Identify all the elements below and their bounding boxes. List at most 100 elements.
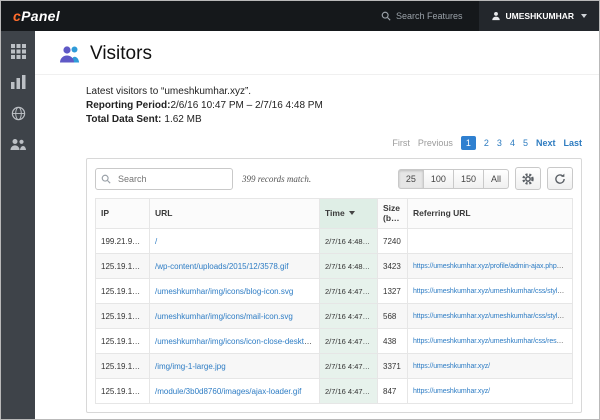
page-size-all-button[interactable]: All (483, 169, 509, 189)
url-cell: / (150, 229, 320, 254)
settings-button[interactable] (515, 167, 541, 190)
summary-block: Latest visitors to “umeshkumhar.xyz”. Re… (35, 86, 599, 125)
referring-url-link[interactable]: https://umeshkumhar.xyz/umeshkumhar/css/… (413, 313, 573, 320)
referring-url-link[interactable]: https://umeshkumhar.xyz/ (413, 388, 490, 395)
column-header-url[interactable]: URL (150, 199, 320, 229)
referring-url-link[interactable]: https://umeshkumhar.xyz/ (413, 363, 490, 370)
visitors-table: IP URL Time Size (bytes) Referring URL 1… (95, 198, 573, 404)
pagination-page-3[interactable]: 3 (497, 138, 502, 148)
ip-cell: 125.19.102.78 (96, 329, 150, 354)
refresh-icon (554, 173, 566, 185)
page-size-25-button[interactable]: 25 (398, 169, 424, 189)
url-link[interactable]: /umeshkumhar/img/icons/mail-icon.svg (155, 312, 293, 321)
size-cell: 568 (378, 304, 408, 329)
pagination: First Previous 1 2 3 4 5 Next Last (35, 136, 582, 150)
search-features-button[interactable]: Search Features (381, 11, 463, 21)
time-cell: 2/7/16 4:47 PM (320, 304, 378, 329)
sidebar (1, 31, 35, 419)
table-row: 199.21.99.295 / 2/7/16 4:48 PM 7240 (96, 229, 573, 254)
cpanel-logo[interactable]: cPanel (13, 8, 60, 24)
visitors-icon (59, 45, 81, 63)
size-cell: 3371 (378, 354, 408, 379)
pagination-page-4[interactable]: 4 (510, 138, 515, 148)
sidebar-item-domains[interactable] (10, 105, 26, 121)
top-bar: cPanel Search Features UMESHKUMHAR (1, 1, 599, 31)
time-cell: 2/7/16 4:48 PM (320, 254, 378, 279)
reporting-period-value: 2/6/16 10:47 PM – 2/7/16 4:48 PM (170, 100, 322, 111)
referring-url-cell: https://umeshkumhar.xyz/ (408, 354, 573, 379)
table-row: 125.19.102.78 /module/3b0d8760/images/aj… (96, 379, 573, 404)
referring-url-link[interactable]: https://umeshkumhar.xyz/profile/admin-aj… (413, 263, 573, 270)
ip-cell: 125.19.102.78 (96, 354, 150, 379)
page-size-150-button[interactable]: 150 (453, 169, 484, 189)
sidebar-item-home[interactable] (10, 43, 26, 59)
globe-icon (11, 106, 26, 121)
pagination-last[interactable]: Last (563, 138, 582, 148)
username-label: UMESHKUMHAR (506, 11, 574, 21)
bar-chart-icon (11, 75, 26, 89)
topbar-right: Search Features UMESHKUMHAR (381, 1, 599, 31)
search-features-label: Search Features (396, 11, 463, 21)
page-size-group: 25 100 150 All (398, 169, 509, 189)
url-link[interactable]: /umeshkumhar/img/icons/blog-icon.svg (155, 287, 293, 296)
sidebar-item-statistics[interactable] (10, 74, 26, 90)
ip-cell: 199.21.99.295 (96, 229, 150, 254)
referring-url-cell: https://umeshkumhar.xyz/ (408, 379, 573, 404)
referring-url-cell: https://umeshkumhar.xyz/profile/admin-aj… (408, 254, 573, 279)
url-link[interactable]: /wp-content/uploads/2015/12/3578.gif (155, 262, 288, 271)
table-row: 125.19.102.78 /umeshkumhar/img/icons/mai… (96, 304, 573, 329)
url-link[interactable]: / (155, 237, 157, 246)
search-icon (101, 174, 111, 184)
time-cell: 2/7/16 4:47 PM (320, 354, 378, 379)
refresh-button[interactable] (547, 167, 573, 190)
url-cell: /module/3b0d8760/images/ajax-loader.gif (150, 379, 320, 404)
size-cell: 438 (378, 329, 408, 354)
url-cell: /umeshkumhar/img/icons/mail-icon.svg (150, 304, 320, 329)
column-header-ip[interactable]: IP (96, 199, 150, 229)
pagination-next[interactable]: Next (536, 138, 556, 148)
time-cell: 2/7/16 4:47 PM (320, 279, 378, 304)
total-data-sent: Total Data Sent:1.62 MB (86, 114, 599, 125)
column-header-referring-url[interactable]: Referring URL (408, 199, 573, 229)
url-cell: /umeshkumhar/img/icons/icon-close-deskto… (150, 329, 320, 354)
pagination-first[interactable]: First (392, 138, 410, 148)
time-header-label: Time (325, 208, 345, 218)
logo-text-panel: Panel (21, 8, 60, 24)
page-size-100-button[interactable]: 100 (423, 169, 454, 189)
url-cell: /img/img-1-large.jpg (150, 354, 320, 379)
url-cell: /wp-content/uploads/2015/12/3578.gif (150, 254, 320, 279)
sidebar-item-users[interactable] (10, 136, 26, 152)
time-cell: 2/7/16 4:47 PM (320, 379, 378, 404)
column-header-size[interactable]: Size (bytes) (378, 199, 408, 229)
size-cell: 7240 (378, 229, 408, 254)
intro-text: Latest visitors to “umeshkumhar.xyz”. (86, 86, 599, 97)
total-data-label: Total Data Sent: (86, 114, 161, 125)
page-title: Visitors (90, 43, 152, 65)
search-box (95, 168, 233, 190)
search-input[interactable] (95, 168, 233, 190)
main-content: Visitors Latest visitors to “umeshkumhar… (35, 31, 599, 419)
url-link[interactable]: /module/3b0d8760/images/ajax-loader.gif (155, 387, 301, 396)
user-menu[interactable]: UMESHKUMHAR (479, 1, 599, 31)
total-data-value: 1.62 MB (164, 114, 201, 125)
referring-url-link[interactable]: https://umeshkumhar.xyz/umeshkumhar/css/… (413, 288, 573, 295)
ip-cell: 125.19.102.78 (96, 379, 150, 404)
reporting-period-label: Reporting Period: (86, 100, 170, 111)
column-header-time[interactable]: Time (320, 199, 378, 229)
pagination-page-5[interactable]: 5 (523, 138, 528, 148)
search-icon (381, 11, 391, 21)
url-link[interactable]: /img/img-1-large.jpg (155, 362, 226, 371)
url-link[interactable]: /umeshkumhar/img/icons/icon-close-deskto… (155, 337, 320, 346)
table-row: 125.19.102.78 /img/img-1-large.jpg 2/7/1… (96, 354, 573, 379)
referring-url-link[interactable]: https://umeshkumhar.xyz/umeshkumhar/css/… (413, 338, 573, 345)
pagination-page-2[interactable]: 2 (484, 138, 489, 148)
size-cell: 1327 (378, 279, 408, 304)
pagination-page-1[interactable]: 1 (461, 136, 476, 150)
logo-text-c: c (13, 8, 21, 24)
url-cell: /umeshkumhar/img/icons/blog-icon.svg (150, 279, 320, 304)
sort-desc-icon (349, 211, 355, 215)
referring-url-cell: https://umeshkumhar.xyz/umeshkumhar/css/… (408, 279, 573, 304)
visitors-panel: 399 records match. 25 100 150 All (86, 158, 582, 413)
pagination-previous[interactable]: Previous (418, 138, 453, 148)
table-row: 125.19.102.78 /umeshkumhar/img/icons/blo… (96, 279, 573, 304)
